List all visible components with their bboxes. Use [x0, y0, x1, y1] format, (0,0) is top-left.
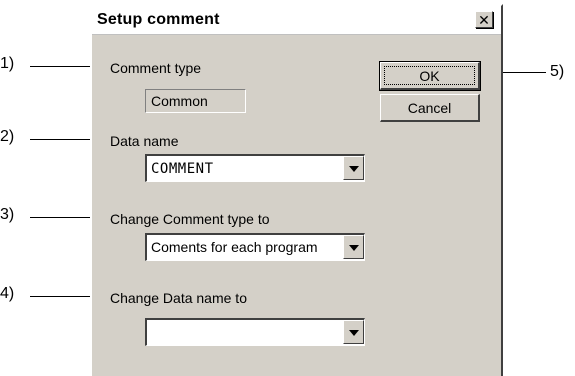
close-icon: ✕	[478, 11, 490, 28]
chevron-down-icon[interactable]	[343, 235, 364, 259]
change-comment-type-value: Coments for each program	[151, 239, 318, 255]
callout-1: 1)	[0, 55, 15, 72]
data-name-combobox[interactable]: COMMENT	[145, 154, 365, 182]
callout-5: 5)	[550, 63, 565, 80]
change-comment-type-label: Change Comment type to	[110, 211, 270, 227]
callout-3: 3)	[0, 206, 15, 223]
chevron-down-icon[interactable]	[343, 320, 364, 344]
comment-type-label: Comment type	[110, 60, 202, 76]
cancel-button[interactable]: Cancel	[380, 94, 480, 122]
focus-ring	[384, 66, 475, 85]
data-name-label: Data name	[110, 133, 179, 149]
callout-4: 4)	[0, 285, 15, 302]
close-button[interactable]: ✕	[475, 11, 493, 28]
comment-type-value: Common	[151, 93, 208, 109]
title-bar: Setup comment ✕	[92, 6, 501, 35]
data-name-value: COMMENT	[151, 161, 214, 177]
cancel-button-label: Cancel	[407, 99, 452, 116]
change-data-name-combobox[interactable]	[145, 318, 365, 346]
change-comment-type-combobox[interactable]: Coments for each program	[145, 233, 365, 261]
callout-2: 2)	[0, 128, 15, 145]
comment-type-field: Common	[145, 89, 246, 113]
chevron-down-icon[interactable]	[343, 156, 364, 180]
dialog-title: Setup comment	[97, 11, 220, 28]
ok-button[interactable]: OK	[379, 61, 481, 91]
change-data-name-label: Change Data name to	[110, 290, 247, 306]
setup-comment-dialog: Setup comment ✕ Comment type Common Data…	[90, 4, 503, 376]
